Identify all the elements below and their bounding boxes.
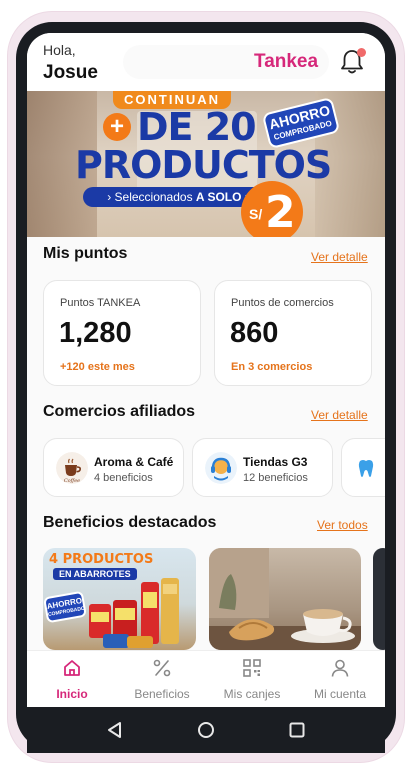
merchant-benefits-count: 4 beneficios: [94, 472, 153, 484]
user-icon: [331, 659, 349, 677]
nav-item-mi-cuenta[interactable]: Mi cuenta: [295, 651, 385, 707]
recents-icon[interactable]: [287, 720, 307, 740]
pill-bold: A SOLO: [195, 190, 242, 204]
svg-text:Coffee: Coffee: [64, 478, 80, 484]
benefits-see-all-link[interactable]: Ver todos: [317, 518, 368, 532]
points-card-sub: +120 este mes: [60, 361, 135, 373]
benefit-card-abarrotes[interactable]: 4 PRODUCTOS EN ABARROTES AHORRO COMPROBA…: [43, 548, 196, 650]
merchant-name: Aroma & Café: [94, 455, 174, 469]
points-card-value: 860: [230, 317, 279, 349]
merchant-name: Tiendas G3: [243, 455, 308, 469]
nav-label: Inicio: [56, 687, 88, 701]
promo-title: 4 PRODUCTOS: [49, 552, 154, 567]
nav-item-beneficios[interactable]: Beneficios: [117, 651, 207, 707]
app-header: Hola, Josue Tankea: [27, 33, 385, 91]
coffee-croissant-photo: [209, 548, 361, 650]
promo-banner[interactable]: CONTINUAN + DE 20 PRODUCTOS › Selecciona…: [27, 91, 385, 237]
benefit-card-partial[interactable]: [373, 548, 385, 650]
banner-headline-2: PRODUCTOS: [75, 143, 332, 187]
benefit-card-cafe[interactable]: [209, 548, 361, 650]
tankea-points-card[interactable]: Puntos TANKEA 1,280 +120 este mes: [43, 280, 201, 386]
percent-icon: [153, 659, 171, 677]
merchants-section-title: Comercios afiliados: [43, 403, 196, 420]
android-navigation-bar: [27, 707, 385, 753]
coffee-icon: Coffee: [56, 452, 88, 484]
merchants-detail-link[interactable]: Ver detalle: [311, 408, 368, 422]
points-section-title: Mis puntos: [43, 245, 128, 262]
tooth-icon: [350, 452, 382, 484]
promo-seal: AHORRO COMPROBADO: [43, 590, 87, 624]
merchant-benefits-count: 12 beneficios: [243, 472, 308, 484]
plus-icon: +: [103, 113, 131, 141]
pill-prefix: › Seleccionados: [107, 190, 196, 204]
merchant-card-tiendas-g3[interactable]: Tiendas G3 12 beneficios: [192, 438, 333, 497]
back-icon[interactable]: [105, 720, 125, 740]
bottom-navigation: Inicio Beneficios Mis canjes Mi cuenta: [27, 650, 385, 707]
benefits-section-title: Beneficios destacados: [43, 514, 217, 531]
merchant-points-card[interactable]: Puntos de comercios 860 En 3 comercios: [214, 280, 372, 386]
nav-label: Mi cuenta: [313, 687, 367, 701]
points-card-value: 1,280: [59, 317, 132, 349]
grocery-products-illustration: [89, 578, 179, 648]
headset-icon: [205, 452, 237, 484]
notification-dot: [357, 48, 366, 57]
merchant-card-dental[interactable]: [341, 438, 385, 497]
home-icon: [64, 660, 80, 676]
nav-label: Beneficios: [134, 687, 190, 701]
greeting-text: Hola,: [43, 42, 76, 58]
price-currency: S/: [249, 206, 263, 222]
nav-label: Mis canjes: [223, 687, 281, 701]
user-name: Josue: [43, 62, 98, 83]
points-card-sub: En 3 comercios: [231, 361, 313, 373]
points-card-label: Puntos de comercios: [231, 297, 334, 309]
app-screen: Hola, Josue Tankea CONTINUAN + DE 20 PRO…: [27, 33, 385, 707]
price-value: 2: [265, 187, 296, 237]
home-circle-icon[interactable]: [196, 720, 216, 740]
banner-price-badge: S/ 2: [241, 181, 303, 237]
points-card-label: Puntos TANKEA: [60, 297, 141, 309]
merchant-card-aroma-cafe[interactable]: Coffee Aroma & Café 4 beneficios: [43, 438, 184, 497]
qr-icon: [243, 659, 261, 677]
points-detail-link[interactable]: Ver detalle: [311, 250, 368, 264]
nav-item-inicio[interactable]: Inicio: [27, 651, 117, 707]
brand-logo-text: Tankea: [254, 51, 319, 72]
nav-item-mis-canjes[interactable]: Mis canjes: [207, 651, 297, 707]
